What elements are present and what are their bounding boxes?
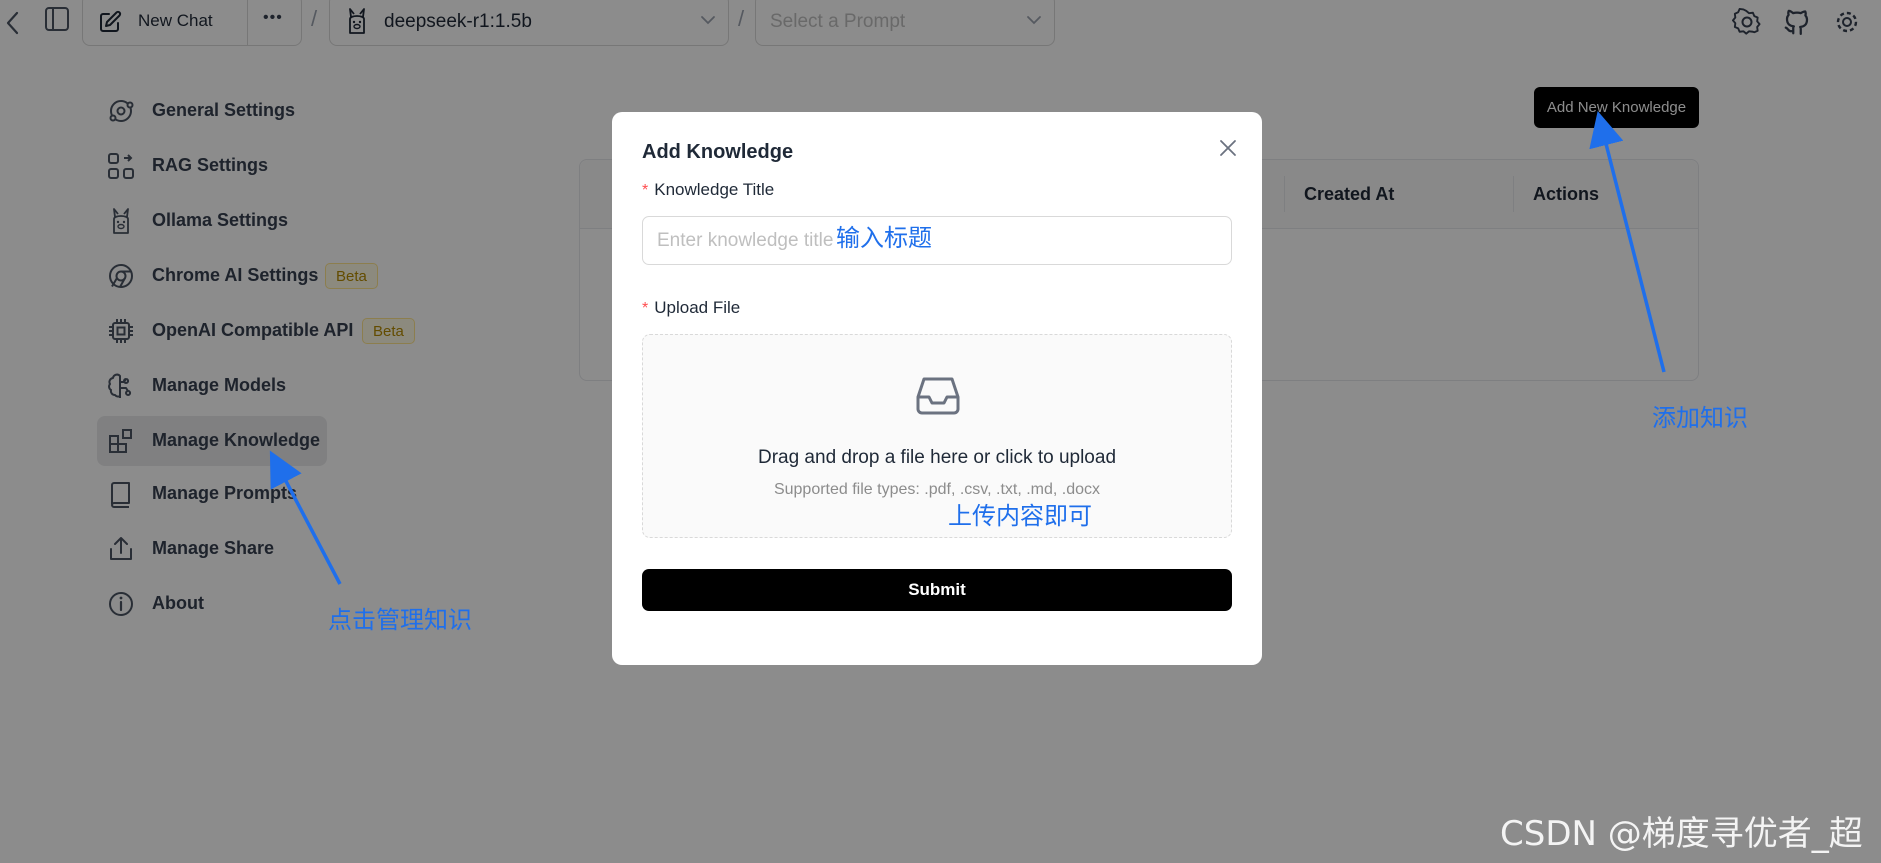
annotation-arrow-manage [269,450,342,585]
annotation-manage-hint: 点击管理知识 [328,606,472,634]
annotation-add-hint: 添加知识 [1652,404,1748,432]
annotation-arrows [269,111,1666,585]
annotation-title-hint: 输入标题 [836,224,932,252]
annotation-arrow-add [1589,111,1666,373]
watermark: CSDN @梯度寻优者_超 [1500,814,1863,854]
annotation-upload-hint: 上传内容即可 [948,502,1092,530]
